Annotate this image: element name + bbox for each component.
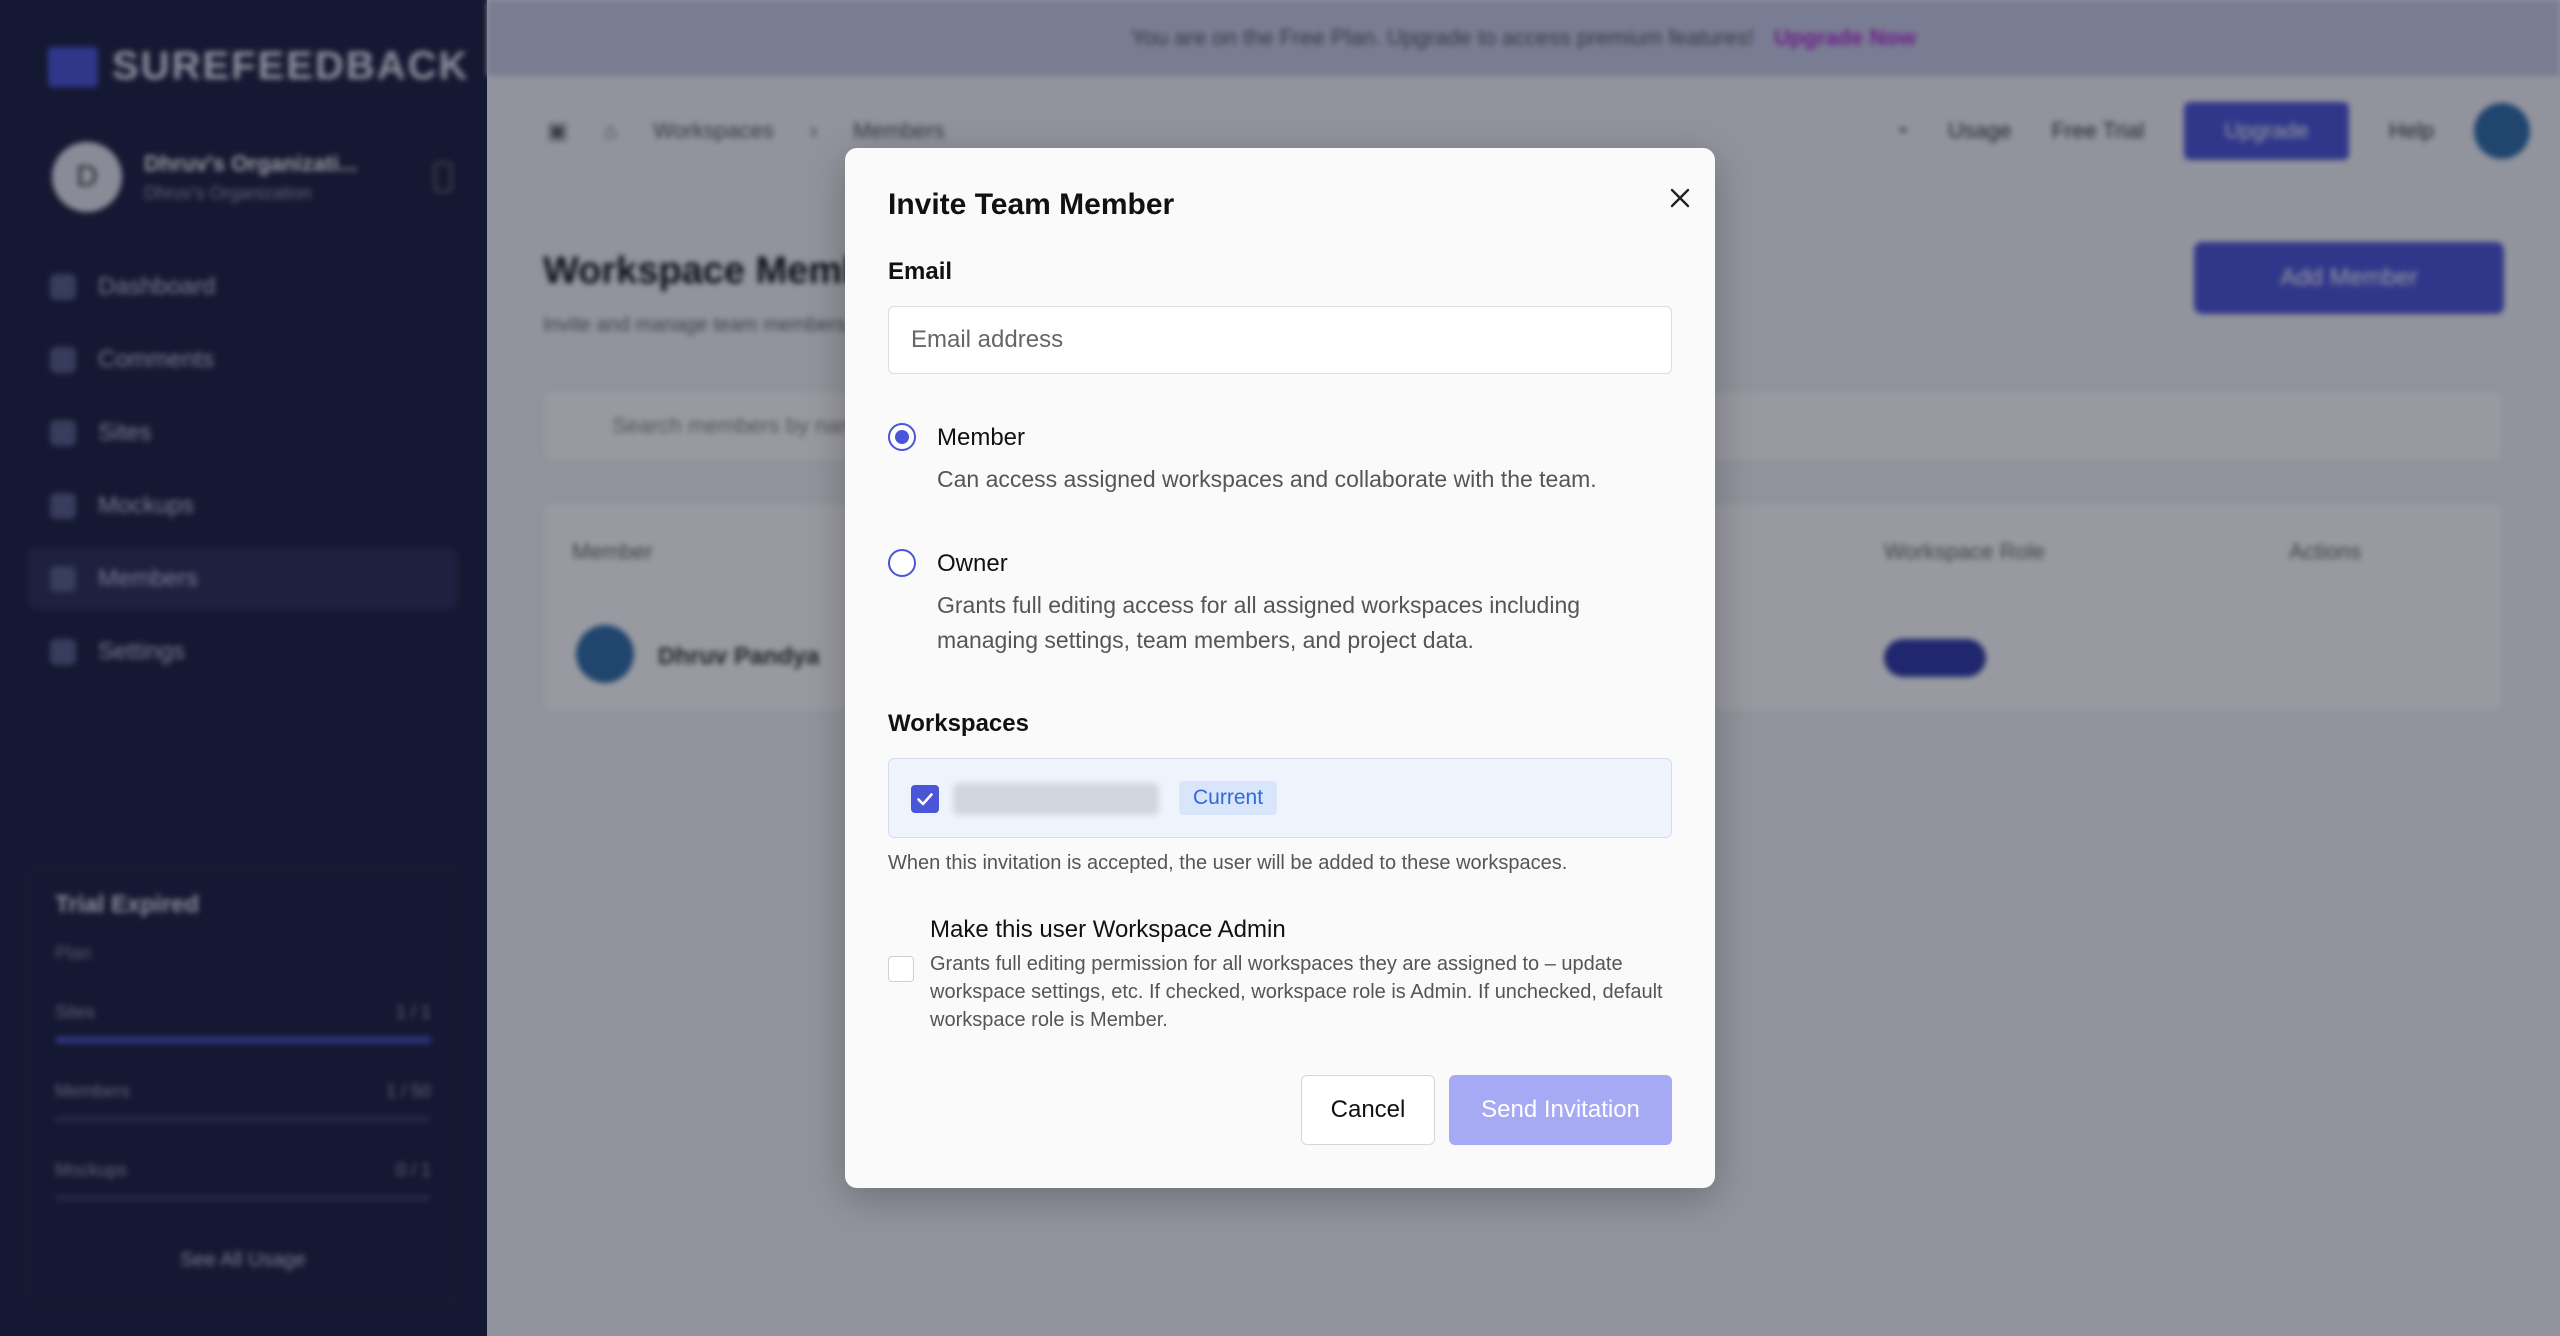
role-description-member: Can access assigned workspaces and colla…: [937, 466, 1597, 492]
role-radio-owner[interactable]: [888, 549, 916, 577]
workspace-name: [953, 783, 1159, 815]
email-label: Email: [888, 258, 953, 285]
current-badge: Current: [1179, 781, 1278, 815]
send-invitation-button[interactable]: Send Invitation: [1449, 1075, 1672, 1145]
workspaces-label: Workspaces: [888, 710, 1029, 737]
workspaces-hint: When this invitation is accepted, the us…: [888, 852, 1568, 874]
cancel-button[interactable]: Cancel: [1301, 1075, 1435, 1145]
close-button[interactable]: [1658, 176, 1702, 220]
role-title-owner: Owner: [937, 550, 1008, 577]
role-description-owner: Grants full editing access for all assig…: [937, 592, 1581, 653]
checkmark-icon: [917, 793, 933, 806]
workspace-option[interactable]: Current: [888, 758, 1672, 838]
email-field[interactable]: [888, 306, 1672, 374]
role-radio-member[interactable]: [888, 423, 916, 451]
close-icon: [1670, 188, 1690, 208]
admin-title: Make this user Workspace Admin: [930, 916, 1286, 943]
role-title-member: Member: [937, 424, 1026, 451]
modal-title: Invite Team Member: [888, 188, 1175, 221]
admin-checkbox[interactable]: [888, 956, 914, 982]
workspace-checkbox[interactable]: [911, 785, 939, 813]
admin-description: Grants full editing permission for all w…: [930, 953, 1663, 1031]
invite-modal: Invite Team Member Email Member Can acce…: [845, 148, 1715, 1188]
radio-selected-dot: [895, 430, 909, 444]
